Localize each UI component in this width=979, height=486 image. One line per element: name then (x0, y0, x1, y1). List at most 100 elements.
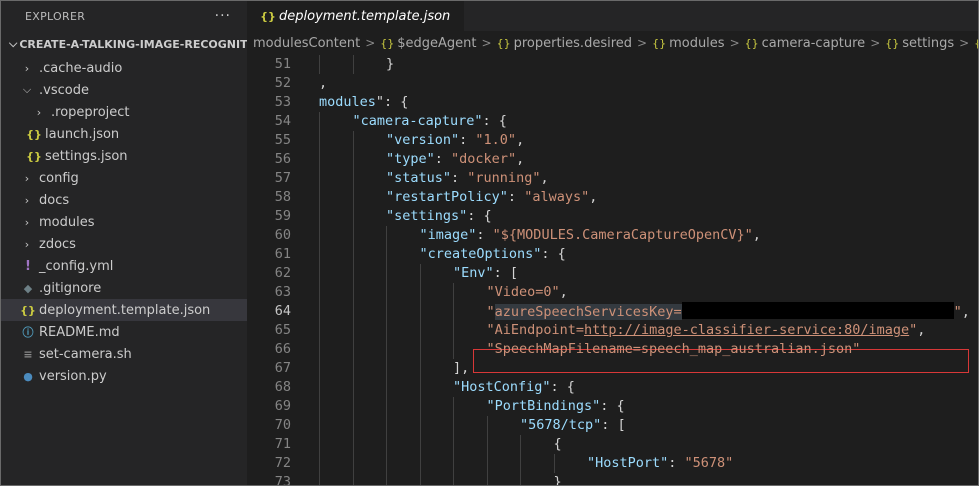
code-line[interactable]: 63 "Video=0", (247, 283, 978, 302)
indent-guide (352, 397, 354, 416)
code-token: ], (453, 360, 470, 376)
code-token: { (553, 436, 562, 452)
code-line[interactable]: 52, (247, 74, 978, 93)
tree-item-zdocs[interactable]: › zdocs (1, 233, 247, 255)
redacted-secret (681, 302, 954, 319)
breadcrumb-item[interactable]: {} modules (652, 36, 725, 51)
line-number: 56 (274, 151, 291, 167)
code-editor[interactable]: 51} 52, 53 modules": {54 "camera-capture": {… (247, 55, 978, 485)
code-token: : { (467, 208, 492, 224)
code-line[interactable]: 58 "restartPolicy": "always", (247, 188, 978, 207)
tree-item-set-camera-sh[interactable]: ≡ set-camera.sh (1, 343, 247, 365)
tree-item-vscode[interactable]: ⌵ .vscode (1, 79, 247, 101)
code-token: , (516, 132, 525, 148)
tree-item-launch-json[interactable]: {} launch.json (1, 123, 247, 145)
tree-item-modules[interactable]: › modules (1, 211, 247, 233)
indent-guide (419, 321, 421, 340)
indent-guide (319, 207, 320, 226)
chevron-right-icon: › (24, 61, 30, 75)
code-line[interactable]: 53 modules": { (247, 93, 978, 112)
code-line[interactable]: 54 "camera-capture": { (247, 112, 978, 131)
tree-item-config[interactable]: › config (1, 167, 247, 189)
vscode-window: EXPLORER ··· ⌵ CREATE-A-TALKING-IMAGE-RE… (0, 0, 979, 486)
workspace-root-folder[interactable]: ⌵ CREATE-A-TALKING-IMAGE-RECOGNITI... (1, 31, 247, 57)
tree-item-readme-md[interactable]: ⓘ README.md (1, 321, 247, 343)
code-line[interactable]: 73} (247, 473, 978, 485)
tree-item-gitignore[interactable]: ◆ .gitignore (1, 277, 247, 299)
code-line[interactable]: 60 "image": "${MODULES.CameraCaptureOpenC… (247, 226, 978, 245)
indent-guide (453, 435, 454, 454)
code-line[interactable]: 68 "HostConfig": { (247, 378, 978, 397)
breadcrumb-item[interactable]: {}createO (974, 36, 978, 51)
indent-guide (419, 397, 421, 416)
code-line[interactable]: 70 "5678/tcp": [ (247, 416, 978, 435)
indent-guide (386, 283, 387, 302)
code-text: "AiEndpoint=http://image-classifier-serv… (487, 321, 926, 340)
code-token: : (476, 227, 493, 243)
indent-guide (352, 150, 354, 169)
indent-guide (352, 226, 354, 245)
breadcrumb-item[interactable]: modulesContent (253, 36, 360, 51)
line-number: 73 (274, 474, 291, 485)
tree-item-config-yml[interactable]: ! _config.yml (1, 255, 247, 277)
indent-guide (319, 473, 320, 485)
code-token: "AiEndpoint= (486, 322, 585, 338)
code-line[interactable]: 62 "Env": [ (247, 264, 978, 283)
code-line[interactable]: 66 "SpeechMapFilename=speech_map_australi… (247, 340, 978, 359)
code-token: : (434, 151, 452, 167)
code-line[interactable]: 69 "PortBindings": { (247, 397, 978, 416)
indent-guide (386, 359, 387, 378)
code-token: : (459, 132, 476, 148)
code-text: modules": { (319, 93, 408, 112)
tab-deployment-template-json[interactable]: {} deployment.template.json (247, 1, 465, 31)
code-line[interactable]: 56 "type": "docker", (247, 150, 978, 169)
code-line[interactable]: 55 "version": "1.0", (247, 131, 978, 150)
code-token: : { (550, 379, 575, 395)
line-number: 67 (274, 360, 291, 376)
indent-guide (419, 283, 421, 302)
json-object-icon: {} (974, 37, 978, 50)
indent-guide (319, 378, 320, 397)
breadcrumb-item[interactable]: {} settings (885, 36, 954, 51)
code-text: "createOptions": { (420, 245, 566, 264)
line-number: 65 (274, 322, 291, 338)
code-token: "always" (524, 189, 590, 205)
code-token: : (507, 189, 525, 205)
indent-guide (419, 454, 421, 473)
code-line[interactable]: 57 "status": "running", (247, 169, 978, 188)
line-number: 72 (274, 455, 291, 471)
code-line[interactable]: 65 "AiEndpoint=http://image-classifier-se… (247, 321, 978, 340)
more-actions-icon[interactable]: ··· (215, 8, 231, 24)
code-text: "restartPolicy": "always", (386, 188, 597, 207)
code-line[interactable]: 61 "createOptions": { (247, 245, 978, 264)
breadcrumb-item[interactable]: {} camera-capture (745, 36, 866, 51)
tree-item-docs[interactable]: › docs (1, 189, 247, 211)
indent-guide (486, 454, 488, 473)
breadcrumb-separator: > (637, 36, 648, 50)
indent-guide (352, 378, 354, 397)
code-text: "HostConfig": { (453, 378, 575, 397)
breadcrumb-item[interactable]: {} properties.desired (497, 36, 632, 51)
code-line[interactable]: 64 "azureSpeechServicesKey= ", (247, 302, 978, 321)
code-line[interactable]: 51} (247, 55, 978, 74)
indent-guide (352, 473, 354, 485)
indent-guide (352, 359, 354, 378)
code-line[interactable]: 67], (247, 359, 978, 378)
code-line[interactable]: 59 "settings": { (247, 207, 978, 226)
breadcrumb-label: camera-capture (761, 35, 866, 51)
breadcrumb-label: modules (669, 35, 725, 51)
code-line[interactable]: 72 "HostPort": "5678" (247, 454, 978, 473)
code-text: "Video=0", (487, 283, 568, 302)
code-text: { (554, 435, 562, 454)
tree-item-deployment-template-json[interactable]: {} deployment.template.json (1, 299, 247, 321)
json-braces-icon: {} (26, 149, 42, 163)
tree-item-cache-audio[interactable]: › .cache-audio (1, 57, 247, 79)
indent-guide (352, 340, 354, 359)
tree-item-version-py[interactable]: ● version.py (1, 365, 247, 387)
code-token: , (559, 284, 568, 300)
tree-item-settings-json[interactable]: {} settings.json (1, 145, 247, 167)
indent-guide (352, 131, 354, 150)
code-line[interactable]: 71 { (247, 435, 978, 454)
breadcrumb-item[interactable]: {} $edgeAgent (380, 36, 476, 51)
tree-item-ropeproject[interactable]: › .ropeproject (1, 101, 247, 123)
